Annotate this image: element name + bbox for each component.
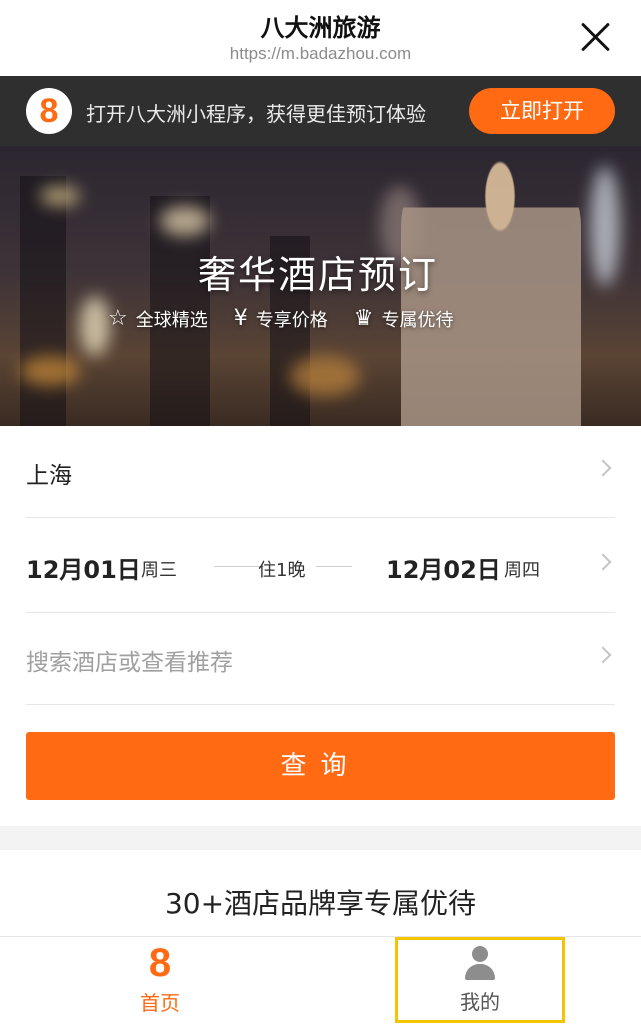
nights-count: 住1晚 — [258, 560, 306, 581]
feature-exclusive-price: ¥ 专享价格 — [234, 306, 328, 332]
feature-global-selection: ☆ 全球精选 — [108, 306, 208, 332]
checkin-date: 12月01日 — [26, 556, 141, 584]
chevron-right-icon — [594, 553, 612, 571]
hero-banner: 奢华酒店预订 ☆ 全球精选 ¥ 专享价格 ♛ 专属优待 — [0, 146, 641, 426]
checkout-date: 12月02日 — [386, 556, 501, 584]
top-header: 八大洲旅游 https://m.badazhou.com — [0, 0, 641, 76]
feature-label: 专享价格 — [255, 310, 328, 331]
mini-program-promo: 8 打开八大洲小程序，获得更佳预订体验 立即打开 — [0, 76, 641, 146]
star-outline-icon: ☆ — [108, 306, 128, 331]
checkin-weekday: 周三 — [141, 560, 177, 581]
page-title: 八大洲旅游 — [260, 14, 381, 42]
tab-mine[interactable]: 我的 — [395, 937, 565, 1023]
home-logo-icon: 8 — [148, 941, 172, 985]
chevron-right-icon — [594, 459, 612, 477]
banner-features: ☆ 全球精选 ¥ 专享价格 ♛ 专属优待 — [108, 306, 568, 332]
tab-home[interactable]: 8 首页 — [100, 941, 220, 1021]
checkout-weekday: 周四 — [504, 560, 540, 581]
bottom-tab-bar: 8 首页 我的 — [0, 936, 641, 1024]
tab-mine-label: 我的 — [460, 990, 500, 1014]
tab-home-label: 首页 — [140, 991, 180, 1015]
page-url: https://m.badazhou.com — [229, 44, 412, 63]
brand-logo-icon: 8 — [26, 88, 72, 134]
date-selector[interactable]: 12月01日 周三 住1晚 12月02日 周四 — [26, 518, 615, 613]
divider — [316, 566, 352, 567]
open-now-button[interactable]: 立即打开 — [469, 88, 615, 134]
yen-icon: ¥ — [233, 306, 248, 331]
banner-decoration — [40, 186, 80, 206]
crown-icon: ♛ — [353, 306, 374, 331]
query-button[interactable]: 查询 — [26, 732, 615, 800]
banner-decoration — [80, 296, 110, 356]
chevron-right-icon — [594, 646, 612, 664]
promo-text: 打开八大洲小程序，获得更佳预订体验 — [86, 102, 426, 126]
banner-decoration — [160, 206, 210, 236]
city-selector[interactable]: 上海 — [26, 426, 615, 518]
brands-section-title: 30+酒店品牌享专属优待 — [164, 887, 477, 920]
city-value: 上海 — [26, 463, 72, 489]
search-placeholder: 搜索酒店或查看推荐 — [26, 650, 233, 676]
banner-decoration — [20, 356, 80, 386]
feature-exclusive-perks: ♛ 专属优待 — [354, 306, 454, 332]
user-icon — [463, 946, 497, 982]
section-divider — [0, 826, 641, 850]
close-icon[interactable] — [579, 20, 613, 54]
divider — [214, 566, 264, 567]
banner-decoration — [590, 166, 620, 286]
banner-headline: 奢华酒店预订 — [198, 253, 439, 297]
banner-decoration — [290, 356, 360, 396]
banner-decoration — [20, 176, 66, 426]
feature-label: 全球精选 — [135, 310, 208, 331]
hotel-search-input[interactable]: 搜索酒店或查看推荐 — [26, 613, 615, 705]
feature-label: 专属优待 — [381, 310, 454, 331]
